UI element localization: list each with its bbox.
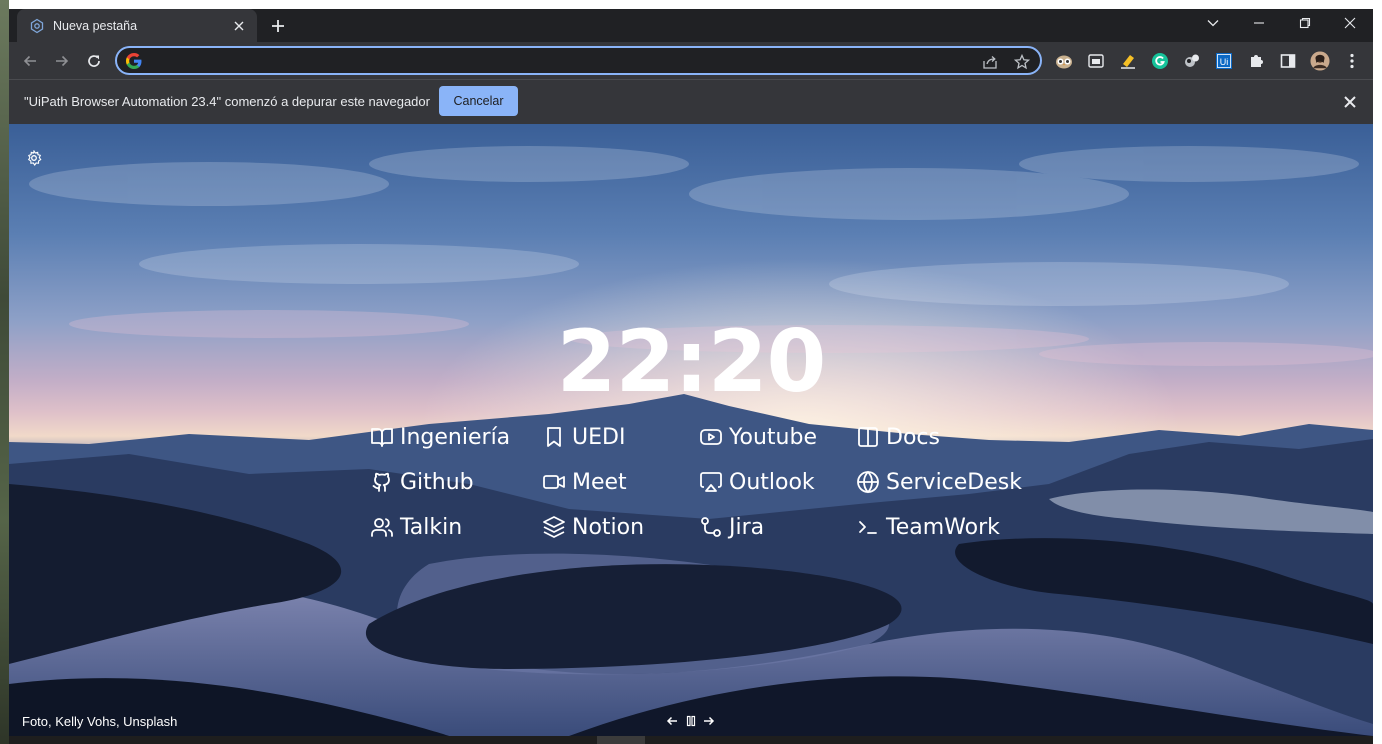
columns-icon <box>855 424 881 450</box>
new-tab-page: 22:20 Ingeniería UEDI Youtube Docs Githu… <box>9 124 1373 736</box>
menu-dots-icon[interactable] <box>1342 51 1362 71</box>
quick-link-label: TeamWork <box>886 514 1000 540</box>
terminal-icon <box>855 514 881 540</box>
back-icon[interactable] <box>16 47 44 75</box>
quick-link-label: ServiceDesk <box>886 469 1022 495</box>
new-tab-button[interactable] <box>267 15 289 37</box>
tab-strip: Nueva pestaña <box>9 9 1373 42</box>
taskbar <box>9 736 1373 744</box>
forward-icon[interactable] <box>48 47 76 75</box>
highlighter-icon[interactable] <box>1118 51 1138 71</box>
quick-link-label: Talkin <box>400 514 463 540</box>
share-icon[interactable] <box>981 53 999 71</box>
quick-link-uedi[interactable]: UEDI <box>541 424 625 450</box>
github-icon <box>369 469 395 495</box>
google-icon <box>125 52 143 70</box>
taskbar-active-app[interactable] <box>597 736 645 744</box>
quick-link-label: Github <box>400 469 474 495</box>
quick-link-label: Meet <box>572 469 627 495</box>
quick-link-label: Docs <box>886 424 940 450</box>
airplay-icon <box>698 469 724 495</box>
reload-icon[interactable] <box>80 47 108 75</box>
cancel-button[interactable]: Cancelar <box>439 86 518 116</box>
quick-link-docs[interactable]: Docs <box>855 424 940 450</box>
quick-link-github[interactable]: Github <box>369 469 474 495</box>
extension-bubbles-icon[interactable] <box>1182 51 1202 71</box>
svg-text:Ui: Ui <box>1220 57 1229 67</box>
uipath-tab-icon <box>29 18 45 34</box>
quick-link-label: Youtube <box>729 424 817 450</box>
bookmark-icon <box>541 424 567 450</box>
quick-link-youtube[interactable]: Youtube <box>698 424 817 450</box>
tab-new-tab[interactable]: Nueva pestaña <box>17 9 257 42</box>
close-window-icon[interactable] <box>1327 9 1373 37</box>
side-panel-icon[interactable] <box>1278 51 1298 71</box>
picture-in-picture-icon[interactable] <box>1086 51 1106 71</box>
close-tab-icon[interactable] <box>231 18 247 34</box>
restore-icon[interactable] <box>1282 9 1328 37</box>
youtube-icon <box>698 424 724 450</box>
profile-avatar[interactable] <box>1310 51 1330 71</box>
tab-title: Nueva pestaña <box>53 18 138 33</box>
quick-link-talkin[interactable]: Talkin <box>369 514 462 540</box>
quick-link-label: Notion <box>572 514 645 540</box>
desktop-background <box>0 0 9 744</box>
tab-search-icon[interactable] <box>1190 9 1236 37</box>
minimize-icon[interactable] <box>1236 9 1282 37</box>
quick-link-label: Outlook <box>729 469 815 495</box>
globe-icon <box>855 469 881 495</box>
users-icon <box>369 514 395 540</box>
quick-link-servicedesk[interactable]: ServiceDesk <box>855 469 1022 495</box>
previous-photo-icon[interactable] <box>663 712 681 730</box>
video-icon <box>541 469 567 495</box>
quick-link-outlook[interactable]: Outlook <box>698 469 815 495</box>
owl-extension-icon[interactable] <box>1054 51 1074 71</box>
next-photo-icon[interactable] <box>700 712 718 730</box>
quick-link-jira[interactable]: Jira <box>698 514 764 540</box>
close-infobar-icon[interactable] <box>1341 93 1359 111</box>
address-bar[interactable] <box>115 46 1042 75</box>
address-input[interactable] <box>151 51 971 71</box>
browser-window: Nueva pestaña Ui "UiPath Browser Automat… <box>9 9 1373 744</box>
quick-link-label: Ingeniería <box>400 424 511 450</box>
quick-links-grid: Ingeniería UEDI Youtube Docs Github Meet… <box>369 424 1049 564</box>
quick-link-ingenieria[interactable]: Ingeniería <box>369 424 510 450</box>
quick-link-label: Jira <box>729 514 765 540</box>
extensions-puzzle-icon[interactable] <box>1246 51 1266 71</box>
infobar-message: "UiPath Browser Automation 23.4" comenzó… <box>24 94 430 109</box>
pause-slideshow-icon[interactable] <box>682 712 700 730</box>
quick-link-meet[interactable]: Meet <box>541 469 627 495</box>
quick-link-notion[interactable]: Notion <box>541 514 644 540</box>
browser-toolbar: Ui <box>9 42 1373 79</box>
clock-display: 22:20 <box>556 312 827 412</box>
photo-credit: Foto, Kelly Vohs, Unsplash <box>22 714 178 729</box>
debugging-infobar: "UiPath Browser Automation 23.4" comenzó… <box>9 79 1373 124</box>
git-commit-icon <box>698 514 724 540</box>
bookmark-star-icon[interactable] <box>1013 53 1031 71</box>
quick-link-label: UEDI <box>572 424 626 450</box>
uipath-extension-icon[interactable]: Ui <box>1214 51 1234 71</box>
grammarly-icon[interactable] <box>1150 51 1170 71</box>
settings-gear-icon[interactable] <box>25 149 43 167</box>
book-open-icon <box>369 424 395 450</box>
layers-icon <box>541 514 567 540</box>
quick-link-teamwork[interactable]: TeamWork <box>855 514 1000 540</box>
